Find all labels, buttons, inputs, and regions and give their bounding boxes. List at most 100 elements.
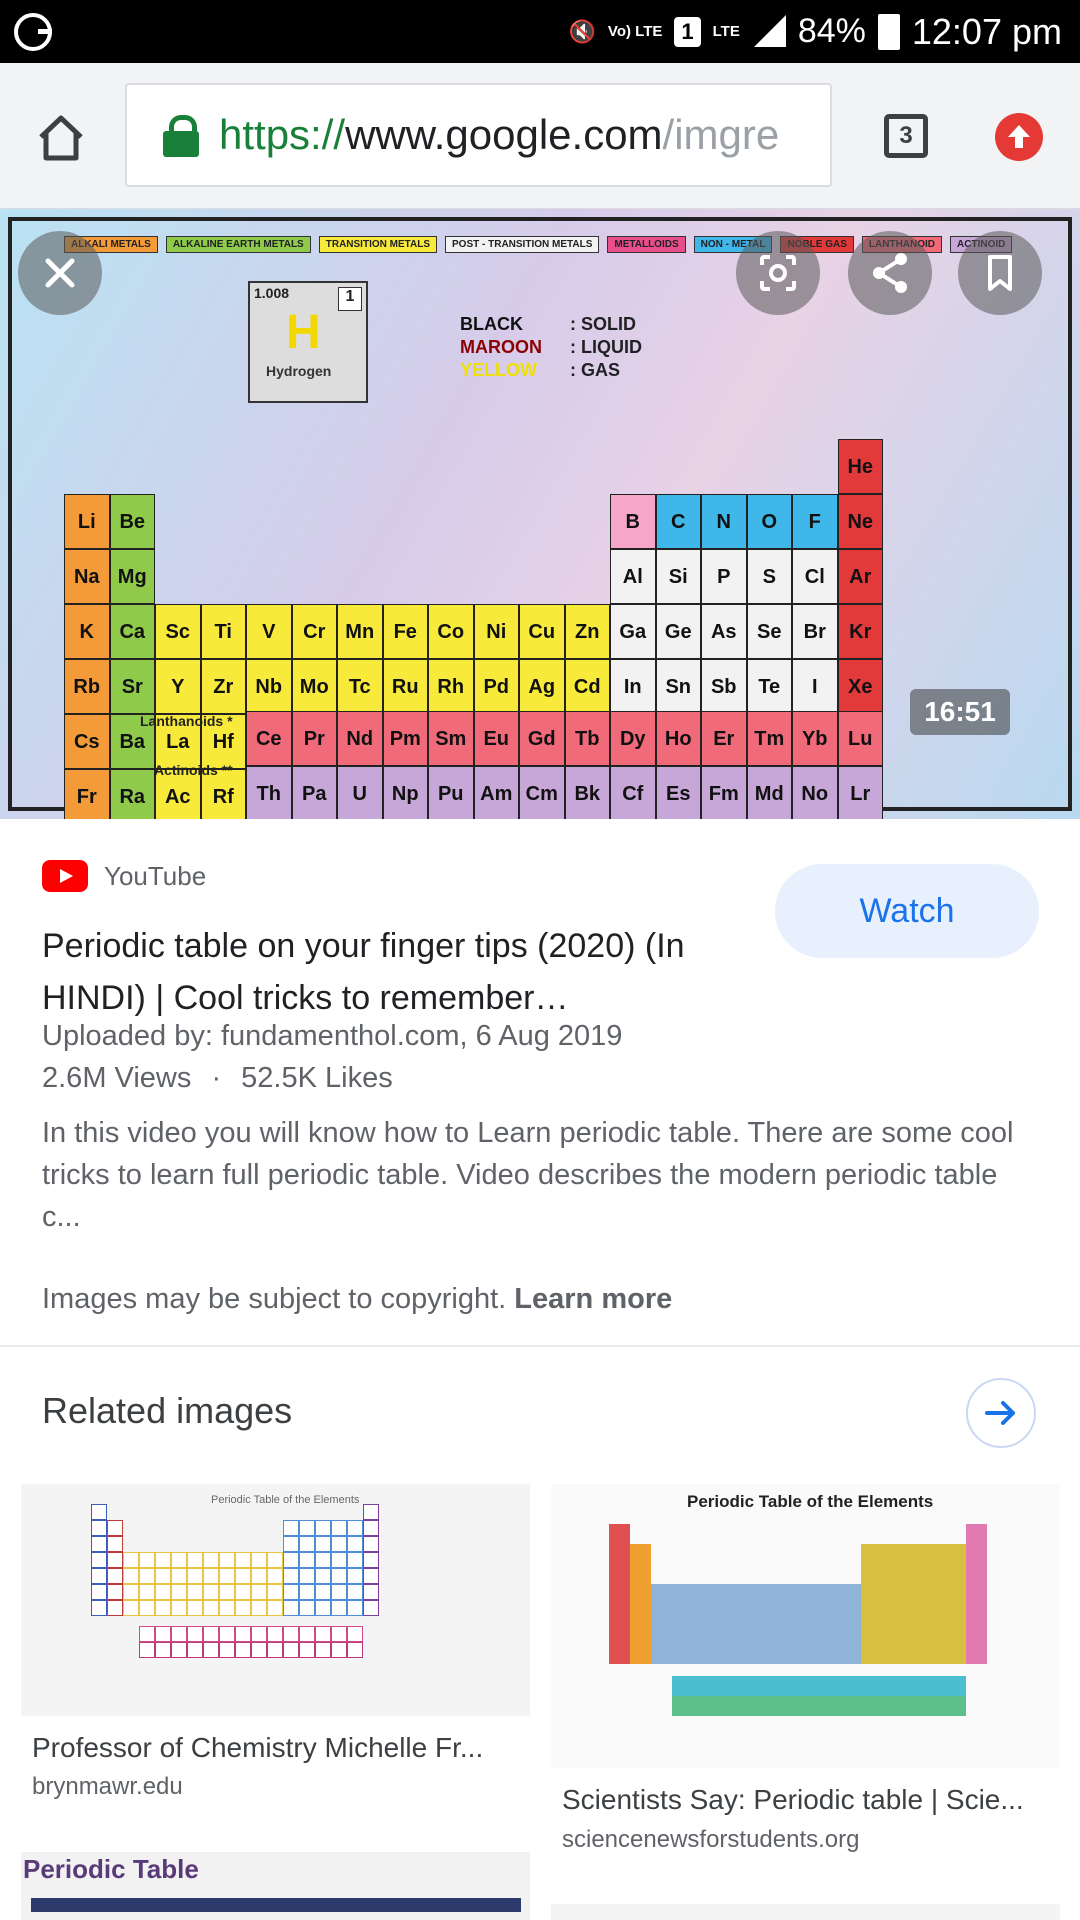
element-cell: Eu — [473, 711, 519, 766]
mini-cell — [903, 1604, 924, 1624]
divider — [0, 1345, 1080, 1347]
related-title-1[interactable]: Professor of Chemistry Michelle Fr... — [32, 1732, 522, 1764]
lens-search-button[interactable] — [736, 231, 820, 315]
related-thumb-2[interactable]: Periodic Table of the Elements — [551, 1484, 1060, 1768]
mini-cell — [219, 1641, 235, 1658]
element-cell: K — [64, 604, 110, 659]
mini-cell — [139, 1552, 155, 1568]
mini-cell — [91, 1552, 107, 1568]
like-count: 52.5K Likes — [241, 1062, 393, 1094]
mini-cell — [315, 1641, 331, 1658]
mini-cell — [299, 1552, 315, 1568]
element-cell: Cr — [291, 604, 337, 659]
element-cell: Se — [746, 604, 792, 659]
mini-cell — [155, 1625, 171, 1642]
mini-cell — [945, 1676, 966, 1696]
mini-cell — [171, 1625, 187, 1642]
element-cell: Cm — [519, 766, 565, 819]
mini-cell — [123, 1568, 139, 1584]
related-thumb-3[interactable]: Periodic Table — [21, 1852, 530, 1920]
watch-button[interactable]: Watch — [775, 864, 1039, 958]
mute-icon: 🔇 — [568, 18, 596, 44]
mini-cell — [219, 1584, 235, 1600]
mini-cell — [819, 1644, 840, 1664]
mini-cell — [251, 1625, 267, 1642]
mini-cell — [882, 1604, 903, 1624]
mini-cell — [966, 1584, 987, 1604]
learn-more-link[interactable]: Learn more — [514, 1283, 672, 1315]
tab-switcher-button[interactable]: 3 — [884, 114, 928, 158]
element-cell: Lr — [837, 766, 883, 819]
mini-cell — [945, 1644, 966, 1664]
result-title[interactable]: Periodic table on your finger tips (2020… — [42, 920, 742, 1024]
mini-cell — [777, 1624, 798, 1644]
sim-indicator: 1 — [674, 16, 701, 47]
save-bookmark-button[interactable] — [958, 231, 1042, 315]
mini-cell — [107, 1600, 123, 1616]
element-cell: Nb — [246, 659, 292, 714]
related-thumb-1[interactable]: Periodic Table of the Elements — [21, 1484, 530, 1716]
mini-cell — [187, 1584, 203, 1600]
element-cell: Al — [610, 549, 656, 604]
mini-cell — [798, 1696, 819, 1716]
element-cell: N — [701, 494, 747, 549]
element-cell: I — [792, 659, 838, 714]
mini-cell — [219, 1625, 235, 1642]
mini-cell — [924, 1584, 945, 1604]
mini-cell — [924, 1604, 945, 1624]
mini-cell — [315, 1520, 331, 1536]
state-key-line: MAROON: LIQUID — [460, 337, 642, 357]
element-cell: Pm — [382, 711, 428, 766]
image-preview[interactable]: ALKALI METALS ALKALINE EARTH METALS TRANSI… — [0, 209, 1080, 819]
mini-cell — [251, 1600, 267, 1616]
element-cell: Te — [746, 659, 792, 714]
element-cell: Pa — [291, 766, 337, 819]
home-icon[interactable] — [36, 113, 86, 163]
mini-cell — [203, 1641, 219, 1658]
mini-cell — [777, 1696, 798, 1716]
mini-cell — [315, 1536, 331, 1552]
element-cell: Xe — [837, 659, 883, 714]
mini-cell — [840, 1676, 861, 1696]
mini-cell — [315, 1600, 331, 1616]
close-button[interactable] — [18, 231, 102, 315]
mini-cell — [861, 1676, 882, 1696]
element-cell: B — [610, 494, 656, 549]
mini-cell — [299, 1641, 315, 1658]
mini-cell — [171, 1584, 187, 1600]
mini-cell — [882, 1624, 903, 1644]
related-title-2[interactable]: Scientists Say: Periodic table | Scie... — [562, 1784, 1052, 1816]
element-cell: C — [655, 494, 701, 549]
element-cell: Sc — [155, 604, 201, 659]
mini-cell — [219, 1568, 235, 1584]
mini-cell — [331, 1625, 347, 1642]
mini-cell — [924, 1624, 945, 1644]
mini-cell — [331, 1536, 347, 1552]
update-icon[interactable] — [995, 113, 1043, 161]
mini-cell — [777, 1676, 798, 1696]
element-cell: In — [610, 659, 656, 714]
element-cell: Ag — [519, 659, 565, 714]
element-cell: V — [246, 604, 292, 659]
element-cell: Ne — [837, 494, 883, 549]
share-button[interactable] — [848, 231, 932, 315]
mini-cell — [735, 1676, 756, 1696]
arrow-right-icon[interactable] — [966, 1378, 1036, 1448]
mini-cell — [672, 1676, 693, 1696]
mini-cell — [363, 1504, 379, 1520]
element-cell: Yb — [792, 711, 838, 766]
mini-cell — [903, 1564, 924, 1584]
mini-cell — [139, 1641, 155, 1658]
mini-cell — [861, 1644, 882, 1664]
element-cell: Cl — [792, 549, 838, 604]
mini-cell — [235, 1600, 251, 1616]
related-thumb-4[interactable] — [551, 1904, 1060, 1920]
mini-cell — [347, 1520, 363, 1536]
element-cell: Np — [382, 766, 428, 819]
address-bar[interactable]: https://www.google.com/imgre — [125, 83, 832, 187]
mini-cell — [651, 1624, 672, 1644]
mini-cell — [882, 1644, 903, 1664]
lanthanoids-label: Lanthanoids * — [140, 713, 233, 729]
mini-cell — [283, 1536, 299, 1552]
element-cell: Co — [428, 604, 474, 659]
